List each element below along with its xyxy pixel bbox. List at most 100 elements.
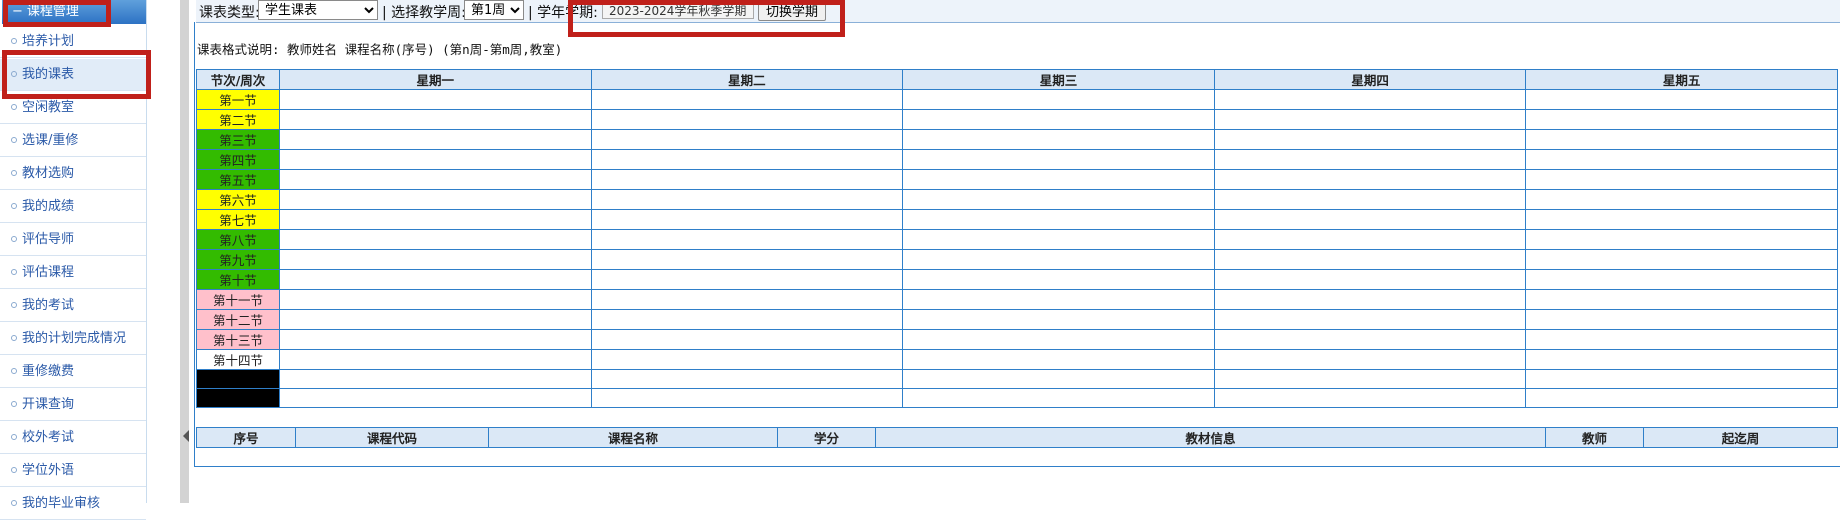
- col-header-textbook-info: 教材信息: [875, 427, 1546, 448]
- day-header-mon: 星期一: [279, 69, 592, 90]
- schedule-cell: [1213, 209, 1527, 230]
- period-row: 第十节: [196, 269, 1838, 290]
- period-row: 第一节: [196, 89, 1838, 110]
- period-row: [196, 388, 1838, 408]
- bullet-icon: [11, 433, 17, 440]
- period-row: 第九节: [196, 249, 1838, 270]
- schedule-cell: [902, 209, 1215, 230]
- sidebar-item-retake-payment[interactable]: 重修缴费: [0, 356, 146, 388]
- schedule-cell: [279, 109, 592, 130]
- schedule-cell: [1213, 89, 1527, 110]
- sidebar-item-evaluate-advisor[interactable]: 评估导师: [0, 224, 146, 256]
- schedule-cell: [590, 249, 904, 270]
- sidebar-item-my-grades[interactable]: 我的成绩: [0, 191, 146, 223]
- schedule-cell: [590, 289, 904, 310]
- schedule-type-select[interactable]: 学生课表: [258, 0, 378, 20]
- sidebar-item-external-exams[interactable]: 校外考试: [0, 422, 146, 454]
- period-row: 第十一节: [196, 289, 1838, 310]
- bullet-icon: [11, 136, 17, 143]
- sidebar-item-label: 评估课程: [22, 265, 75, 280]
- sidebar-item-free-classrooms[interactable]: 空闲教室: [0, 92, 146, 124]
- schedule-cell: [902, 109, 1215, 130]
- col-header-week-range: 起迄周: [1643, 427, 1838, 448]
- schedule-cell: [590, 189, 904, 210]
- bullet-icon: [11, 70, 17, 77]
- schedule-cell: [902, 89, 1215, 110]
- sidebar-item-plan-completion[interactable]: 我的计划完成情况: [0, 323, 146, 355]
- sidebar-item-label: 教材选购: [22, 166, 75, 181]
- schedule-cell: [1525, 388, 1838, 408]
- sidebar-item-graduation-review[interactable]: 我的毕业审核: [0, 488, 146, 520]
- schedule-cell: [1213, 189, 1527, 210]
- schedule-cell: [902, 329, 1215, 350]
- sidebar-item-degree-language[interactable]: 学位外语: [0, 455, 146, 487]
- schedule-cell: [902, 169, 1215, 190]
- period-label: 第十一节: [196, 289, 280, 310]
- schedule-cell: [1213, 349, 1527, 370]
- schedule-cell: [590, 329, 904, 350]
- col-header-index: 序号: [196, 427, 296, 448]
- schedule-cell: [590, 149, 904, 170]
- sidebar-item-label: 评估导师: [22, 232, 75, 247]
- period-row: [196, 369, 1838, 389]
- period-row: 第十三节: [196, 329, 1838, 350]
- schedule-cell: [902, 269, 1215, 290]
- period-label: 第二节: [196, 109, 280, 130]
- sidebar-item-training-plan[interactable]: 培养计划: [0, 26, 146, 58]
- switch-term-button[interactable]: 切换学期: [758, 0, 826, 21]
- schedule-type-label: 课表类型:: [199, 5, 260, 21]
- schedule-table: 节次/周次 星期一 星期二 星期三 星期四 星期五 第一节 第二节 第三节 第四…: [196, 69, 1838, 408]
- term-field[interactable]: [602, 2, 754, 19]
- schedule-cell: [1213, 309, 1527, 330]
- schedule-cell: [1525, 229, 1838, 250]
- schedule-cell: [902, 349, 1215, 370]
- bullet-icon: [11, 466, 17, 473]
- bullet-icon: [11, 103, 17, 110]
- period-label: 第一节: [196, 89, 280, 110]
- sidebar-item-label: 学位外语: [22, 463, 75, 478]
- schedule-cell: [590, 369, 904, 389]
- schedule-cell: [590, 349, 904, 370]
- bullet-icon: [11, 334, 17, 341]
- bullet-icon: [11, 37, 17, 44]
- schedule-cell: [902, 129, 1215, 150]
- sidebar-item-evaluate-course[interactable]: 评估课程: [0, 257, 146, 289]
- sidebar-item-textbook-purchase[interactable]: 教材选购: [0, 158, 146, 190]
- schedule-cell: [1213, 129, 1527, 150]
- bullet-icon: [11, 235, 17, 242]
- schedule-cell: [590, 388, 904, 408]
- col-header-teacher: 教师: [1545, 427, 1644, 448]
- period-row: 第七节: [196, 209, 1838, 230]
- panel-splitter[interactable]: [180, 0, 189, 503]
- collapse-arrow-icon[interactable]: [183, 430, 189, 442]
- textbook-header-row: 序号 课程代码 课程名称 学分 教材信息 教师 起迄周: [196, 427, 1838, 448]
- sidebar-header-course-management[interactable]: − 课程管理: [2, 0, 146, 24]
- schedule-cell: [279, 189, 592, 210]
- schedule-cell: [1213, 329, 1527, 350]
- schedule-cell: [279, 129, 592, 150]
- sidebar-item-my-schedule[interactable]: 我的课表: [0, 59, 146, 91]
- schedule-cell: [902, 388, 1215, 408]
- schedule-cell: [1525, 269, 1838, 290]
- sidebar-item-label: 空闲教室: [22, 100, 75, 115]
- sidebar-item-course-selection[interactable]: 选课/重修: [0, 125, 146, 157]
- day-header-tue: 星期二: [590, 69, 904, 90]
- sidebar-item-my-exams[interactable]: 我的考试: [0, 290, 146, 322]
- sidebar-item-label: 我的考试: [22, 298, 75, 313]
- period-row: 第八节: [196, 229, 1838, 250]
- schedule-cell: [1213, 109, 1527, 130]
- week-select[interactable]: 第1周: [464, 0, 524, 20]
- schedule-cell: [1525, 149, 1838, 170]
- schedule-cell: [279, 249, 592, 270]
- sidebar-item-label: 重修缴费: [22, 364, 75, 379]
- schedule-cell: [902, 229, 1215, 250]
- period-row: 第十二节: [196, 309, 1838, 330]
- sidebar-item-label: 校外考试: [22, 430, 75, 445]
- schedule-toolbar: 课表类型: 学生课表 | 选择教学周: 第1周 | 学年学期:: [196, 0, 1840, 23]
- sidebar-item-course-query[interactable]: 开课查询: [0, 389, 146, 421]
- col-header-credits: 学分: [777, 427, 876, 448]
- schedule-cell: [279, 169, 592, 190]
- period-label: 第三节: [196, 129, 280, 150]
- schedule-cell: [902, 309, 1215, 330]
- day-header-thu: 星期四: [1213, 69, 1527, 90]
